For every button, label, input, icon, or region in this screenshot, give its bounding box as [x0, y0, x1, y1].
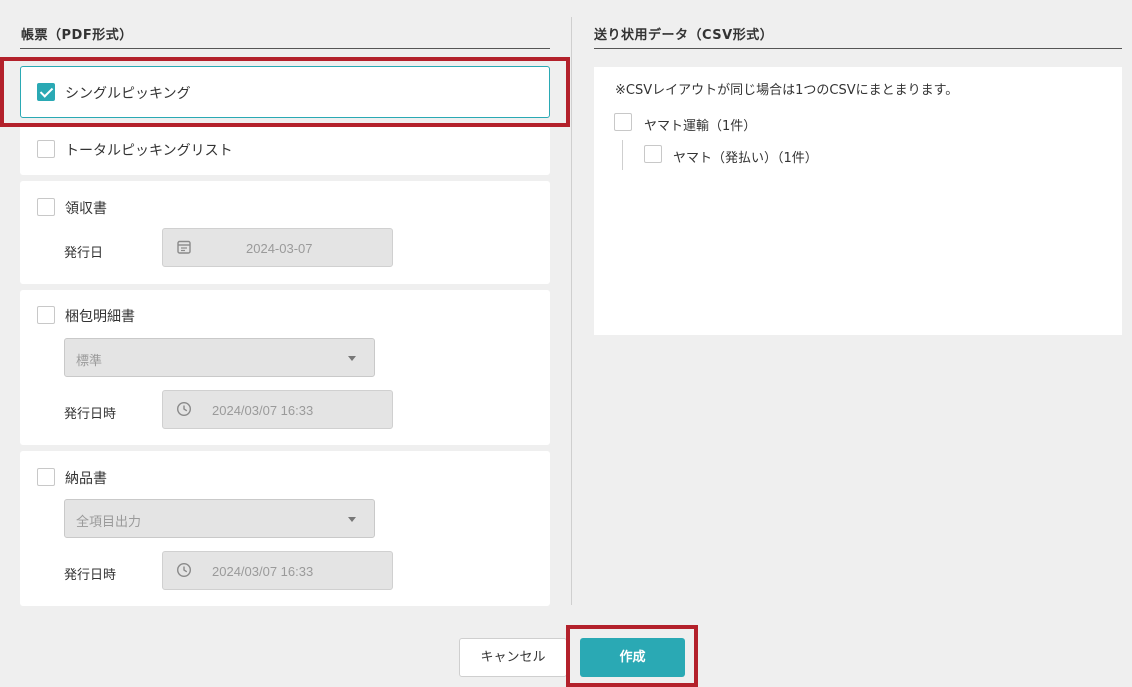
delivery-note-datetime-value: 2024/03/07 16:33: [212, 564, 314, 579]
total-picking-list-label: トータルピッキングリスト: [65, 143, 233, 159]
pdf-section-rule: [20, 48, 550, 49]
card-delivery-note: 納品書 全項目出力 発行日時 2024/03/07 16:33: [20, 451, 550, 606]
packing-slip-datetime-input[interactable]: 2024/03/07 16:33: [162, 390, 393, 429]
delivery-note-checkbox[interactable]: [37, 468, 55, 486]
yamato-transport-label: ヤマト運輸（1件）: [644, 119, 757, 134]
chevron-down-icon: [348, 356, 356, 361]
card-receipt: 領収書 発行日 2024-03-07: [20, 181, 550, 284]
card-single-picking[interactable]: シングルピッキング: [20, 66, 550, 118]
clock-icon: [176, 562, 192, 578]
delivery-note-datetime-input[interactable]: 2024/03/07 16:33: [162, 551, 393, 590]
delivery-note-format-select[interactable]: 全項目出力: [64, 499, 375, 538]
cancel-button[interactable]: キャンセル: [459, 638, 567, 677]
calendar-icon: [177, 240, 191, 254]
csv-section-rule: [594, 48, 1122, 49]
single-picking-checkbox[interactable]: [37, 83, 55, 101]
yamato-prepaid-checkbox[interactable]: [644, 145, 662, 163]
packing-slip-format-value: 標準: [76, 354, 103, 369]
tree-connector: [622, 140, 623, 170]
pdf-section-title: 帳票（PDF形式）: [21, 28, 133, 43]
column-divider: [571, 17, 572, 605]
single-picking-label: シングルピッキング: [65, 86, 191, 102]
receipt-date-label: 発行日: [64, 246, 104, 261]
chevron-down-icon: [348, 517, 356, 522]
create-button[interactable]: 作成: [580, 638, 685, 677]
total-picking-list-checkbox[interactable]: [37, 140, 55, 158]
packing-slip-checkbox[interactable]: [37, 306, 55, 324]
csv-section-title: 送り状用データ（CSV形式）: [594, 28, 774, 43]
csv-panel: [594, 67, 1122, 335]
packing-slip-format-select[interactable]: 標準: [64, 338, 375, 377]
clock-icon: [176, 401, 192, 417]
yamato-transport-checkbox[interactable]: [614, 113, 632, 131]
receipt-date-input[interactable]: 2024-03-07: [162, 228, 393, 267]
receipt-checkbox[interactable]: [37, 198, 55, 216]
packing-slip-datetime-value: 2024/03/07 16:33: [212, 403, 314, 418]
packing-slip-datetime-label: 発行日時: [64, 407, 117, 422]
receipt-label: 領収書: [65, 201, 107, 217]
delivery-note-format-value: 全項目出力: [76, 515, 142, 530]
delivery-note-datetime-label: 発行日時: [64, 568, 117, 583]
receipt-date-value: 2024-03-07: [246, 241, 313, 256]
packing-slip-label: 梱包明細書: [65, 309, 135, 325]
card-packing-slip: 梱包明細書 標準 発行日時 2024/03/07 16:33: [20, 290, 550, 445]
csv-note: ※CSVレイアウトが同じ場合は1つのCSVにまとまります。: [615, 83, 959, 98]
yamato-prepaid-label: ヤマト（発払い）（1件）: [673, 151, 818, 166]
card-total-picking-list[interactable]: トータルピッキングリスト: [20, 124, 550, 175]
delivery-note-label: 納品書: [65, 471, 107, 487]
